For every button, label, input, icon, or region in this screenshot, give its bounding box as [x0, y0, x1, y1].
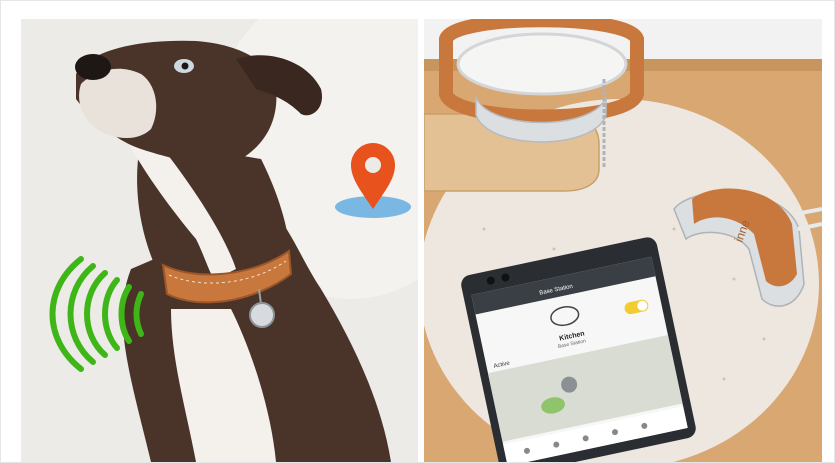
base-collar-inner [456, 32, 628, 96]
product-scene: inne Base Station Kitchen Base Station A… [424, 19, 822, 462]
dog-nose [75, 54, 111, 80]
product-photo-panel: inne Base Station Kitchen Base Station A… [424, 19, 822, 462]
dog-illustration [21, 19, 418, 462]
collar-tag [249, 302, 275, 328]
dog-photo-panel [21, 19, 418, 462]
image-frame: inne Base Station Kitchen Base Station A… [0, 0, 835, 463]
dog-pupil [181, 62, 189, 70]
